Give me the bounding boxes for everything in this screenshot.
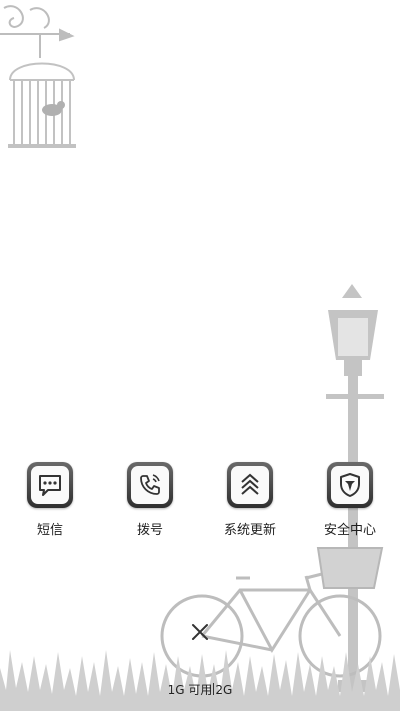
app-dialer-label: 拨号	[136, 523, 163, 538]
app-dialer-icon-frame	[127, 462, 173, 508]
security-shield-icon	[331, 466, 369, 504]
clear-recents-button[interactable]	[186, 618, 214, 646]
app-sms-icon-frame	[27, 462, 73, 508]
app-sms[interactable]: 短信	[10, 462, 90, 538]
system-update-icon	[231, 466, 269, 504]
message-icon	[31, 466, 69, 504]
app-sms-label: 短信	[36, 523, 63, 538]
memory-status: 1G 可用 2G	[0, 681, 400, 698]
wallpaper-illustration	[0, 5, 400, 711]
app-system-update-label: 系统更新	[223, 523, 276, 538]
birdcage-illustration	[8, 62, 76, 148]
app-security-center-label: 安全中心	[323, 523, 376, 538]
app-security-center[interactable]: 安全中心	[310, 462, 390, 538]
app-system-update[interactable]: 系统更新	[210, 462, 290, 538]
app-dialer[interactable]: 拨号	[110, 462, 190, 538]
app-system-update-icon-frame	[227, 462, 273, 508]
phone-icon	[131, 466, 169, 504]
memory-total: 2G	[215, 683, 233, 697]
app-security-center-icon-frame	[327, 462, 373, 508]
memory-available: 1G 可用	[167, 683, 213, 697]
close-icon	[192, 624, 208, 640]
